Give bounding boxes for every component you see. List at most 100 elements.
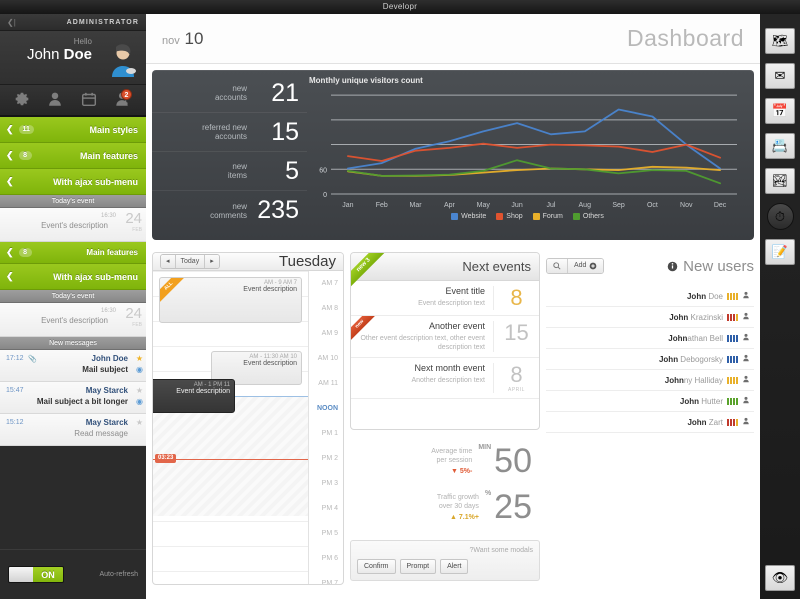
person-icon[interactable] bbox=[742, 333, 750, 343]
svg-text:60: 60 bbox=[319, 167, 327, 174]
kpi-new-accounts[interactable]: new accounts 21 bbox=[152, 74, 307, 113]
mail-icon[interactable]: ✉ bbox=[765, 63, 795, 89]
overview-chart-panel: new accounts 21 referred new accounts 15… bbox=[152, 70, 754, 240]
page-title: Dashboard bbox=[626, 25, 744, 51]
contacts-icon[interactable]: 📇 bbox=[765, 133, 795, 159]
message-item[interactable]: 15:12 ★ May Starck Read message bbox=[0, 414, 146, 446]
event-description: Event's description bbox=[41, 221, 108, 230]
message-item[interactable]: 15:47 ★ ◉ May Starck Mail subject a bit … bbox=[0, 382, 146, 414]
calendar-now-line bbox=[153, 459, 308, 460]
status-dot-icon: ◉ bbox=[136, 365, 143, 374]
sidebar-event-item[interactable]: 16:30 24 FEB Event's description bbox=[0, 208, 146, 242]
calendar-event-selected[interactable]: AM - 1 PM 11 Event description bbox=[153, 379, 235, 413]
event-time: 16:30 bbox=[100, 213, 116, 219]
new-user-last-name: Krazinski bbox=[688, 312, 723, 322]
new-user-row[interactable]: Johnathan Bell bbox=[546, 328, 754, 349]
new-user-name: Johnny Halliday bbox=[665, 376, 723, 385]
calendar-grid[interactable]: ALL AM - 9 AM 7 Event description AM - 1… bbox=[153, 271, 309, 584]
calendar-next-button[interactable]: ▸ bbox=[205, 255, 219, 268]
map-icon[interactable]: 🗺 bbox=[765, 28, 795, 54]
user-avatar[interactable] bbox=[106, 43, 140, 77]
star-icon[interactable]: ★ bbox=[136, 354, 143, 363]
legend-swatch bbox=[532, 213, 540, 220]
image-icon[interactable]: 🏞 bbox=[765, 168, 795, 194]
person-icon[interactable] bbox=[742, 291, 750, 301]
message-sender: May Starck bbox=[85, 418, 128, 427]
new-user-row[interactable]: John Krazinski bbox=[546, 307, 754, 328]
next-event-item[interactable]: Next month event Another description tex… bbox=[351, 358, 539, 399]
auto-refresh-label: Auto-refresh bbox=[99, 571, 138, 578]
calendar-icon[interactable] bbox=[80, 90, 100, 110]
svg-text:Jun: Jun bbox=[511, 202, 522, 209]
legend-item-others[interactable]: Others bbox=[572, 213, 604, 220]
new-user-rating-bars bbox=[727, 292, 738, 300]
new-user-row[interactable]: John Hutter bbox=[546, 391, 754, 412]
event-description: Event's description bbox=[41, 316, 108, 325]
sidebar-item-main-features[interactable]: ❮ 8 Main features bbox=[0, 143, 146, 169]
chevron-left-icon: ❮ bbox=[6, 271, 14, 281]
message-item[interactable]: 17:12 📎 ★ ◉ John Doe Mail subject bbox=[0, 350, 146, 382]
new-user-rating-bars bbox=[727, 355, 738, 363]
calendar-body: ALL AM - 9 AM 7 Event description AM - 1… bbox=[153, 271, 343, 584]
auto-refresh-toggle[interactable]: ON bbox=[8, 566, 64, 583]
message-subject: Mail subject bbox=[82, 365, 128, 374]
person-icon[interactable] bbox=[742, 417, 750, 427]
center-column: new 3 Next events Event title Event desc… bbox=[350, 252, 540, 585]
prompt-button[interactable]: Prompt bbox=[399, 559, 437, 574]
user-last-name: Doe bbox=[63, 46, 92, 63]
calendar-icon[interactable]: 📅 bbox=[765, 98, 795, 124]
person-icon[interactable] bbox=[742, 396, 750, 406]
legend-item-forum[interactable]: Forum bbox=[532, 213, 563, 220]
kpi-new-items[interactable]: new items 5 bbox=[152, 152, 307, 191]
gear-icon[interactable] bbox=[13, 90, 33, 110]
clock-icon[interactable]: ⏱ bbox=[766, 203, 794, 230]
sidebar-item-count: 11 bbox=[18, 125, 34, 134]
sidebar-item-ajax-submenu-2[interactable]: ❮ With ajax sub-menu bbox=[0, 264, 146, 290]
sidebar-event-item-2[interactable]: 16:30 24 FEB Event's description bbox=[0, 303, 146, 337]
confirm-button[interactable]: Confirm bbox=[357, 559, 396, 574]
kpi-referred-new-accounts[interactable]: referred new accounts 15 bbox=[152, 113, 307, 152]
legend-item-shop[interactable]: Shop bbox=[496, 213, 523, 220]
star-icon[interactable]: ★ bbox=[136, 418, 143, 427]
new-user-rating-bars bbox=[727, 397, 738, 405]
calendar-hour-label: PM 4 bbox=[321, 505, 338, 512]
person-icon[interactable] bbox=[742, 312, 750, 322]
mini-stat-unit: MIN bbox=[478, 444, 492, 451]
eye-icon[interactable]: 👁 bbox=[765, 565, 795, 591]
new-user-row[interactable]: John Debogorsky bbox=[546, 349, 754, 370]
kpi-new-comments[interactable]: new comments 235 bbox=[152, 191, 307, 230]
chevron-left-icon[interactable]: ❮| bbox=[7, 18, 16, 27]
calendar-nav-group[interactable]: ◂ Today ▸ bbox=[160, 254, 220, 269]
new-user-row[interactable]: Johnny Halliday bbox=[546, 370, 754, 391]
person-icon[interactable] bbox=[742, 354, 750, 364]
event-day: 24 bbox=[125, 305, 142, 322]
add-user-button[interactable]: Add bbox=[568, 259, 604, 273]
star-icon[interactable]: ★ bbox=[136, 386, 143, 395]
notes-icon[interactable]: 📝 bbox=[765, 239, 795, 265]
new-item-ribbon: new bbox=[351, 316, 379, 344]
calendar-hour-label: PM 2 bbox=[321, 455, 338, 462]
new-user-row[interactable]: John Zart bbox=[546, 412, 754, 433]
new-user-row[interactable]: John Doe bbox=[546, 286, 754, 307]
person-icon[interactable] bbox=[742, 375, 750, 385]
calendar-today-button[interactable]: Today bbox=[175, 255, 206, 268]
calendar-hour-label: AM 8 bbox=[321, 305, 338, 312]
calendar-event[interactable]: ALL AM - 9 AM 7 Event description bbox=[159, 277, 302, 323]
search-icon[interactable] bbox=[547, 259, 568, 273]
sidebar-item-main-features-2[interactable]: ❮ 8 Main features bbox=[0, 242, 146, 264]
new-users-toolbar[interactable]: Add bbox=[546, 258, 605, 274]
calendar-event-desc: Event description bbox=[243, 360, 297, 367]
legend-item-website[interactable]: Website bbox=[451, 213, 486, 220]
sidebar-item-label: With ajax sub-menu bbox=[53, 271, 138, 282]
calendar-prev-button[interactable]: ◂ bbox=[161, 255, 176, 268]
next-event-item[interactable]: new Another event Other event descriptio… bbox=[351, 316, 539, 358]
svg-text:Jul: Jul bbox=[546, 202, 555, 209]
alert-button[interactable]: Alert bbox=[440, 559, 469, 574]
sidebar-item-main-styles[interactable]: ❮ 11 Main styles bbox=[0, 117, 146, 143]
mini-stat-label2: per session bbox=[436, 457, 473, 464]
user-icon[interactable] bbox=[46, 90, 66, 110]
new-user-name: John Zart bbox=[687, 418, 723, 427]
mini-stat-traffic-growth: Traffic growth over 30 days ▲ 7.1%+ % 25 bbox=[350, 484, 540, 530]
svg-text:0: 0 bbox=[323, 192, 327, 199]
sidebar-item-ajax-submenu[interactable]: ❮ With ajax sub-menu bbox=[0, 169, 146, 195]
